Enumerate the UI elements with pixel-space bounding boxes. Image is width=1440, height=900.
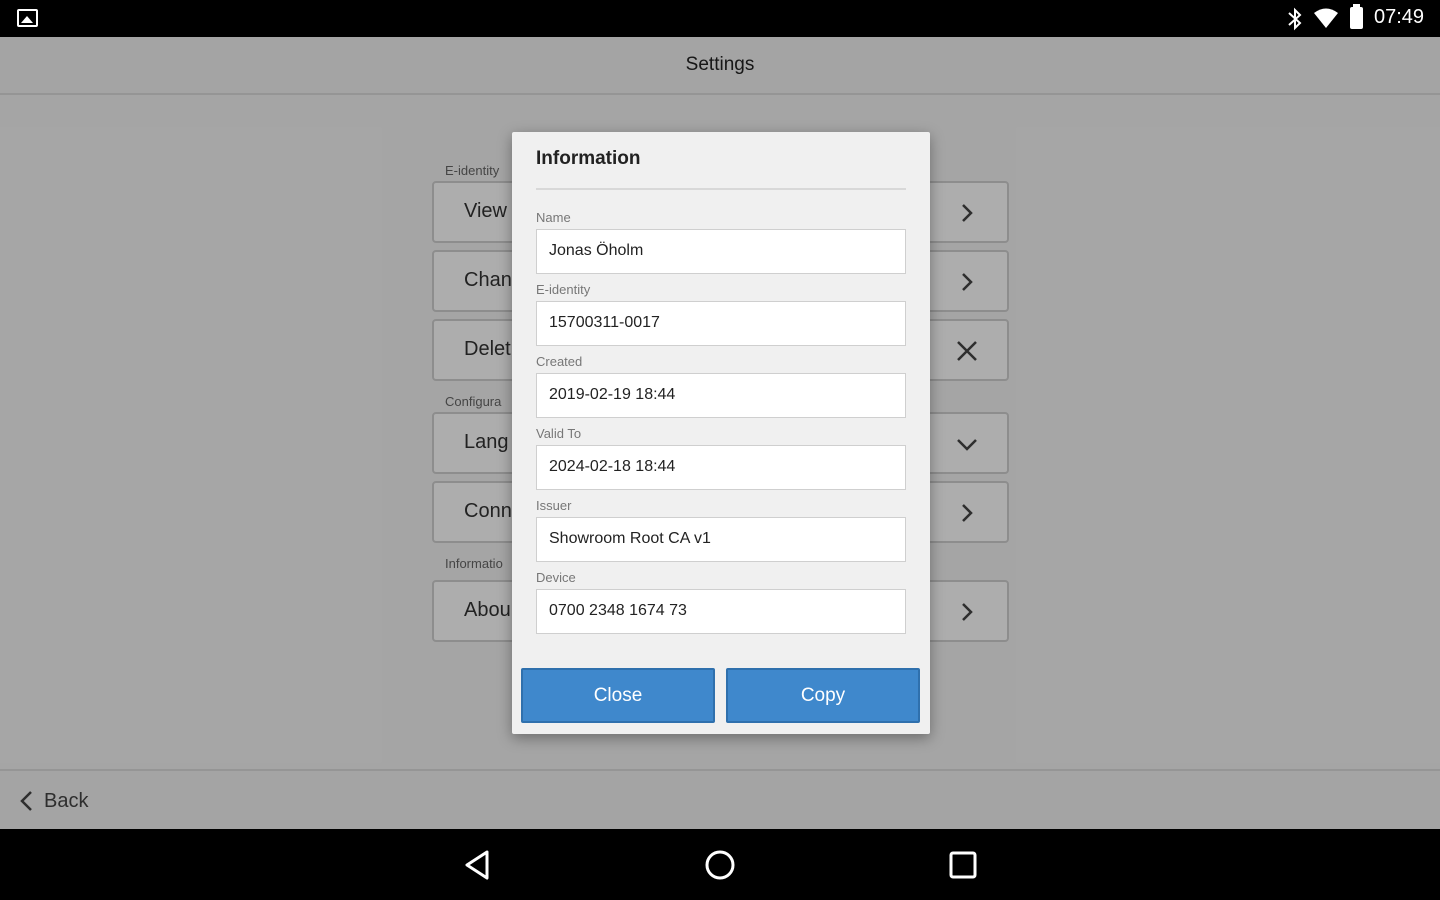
issuer-field[interactable]: Showroom Root CA v1 <box>536 517 906 562</box>
valid-to-label: Valid To <box>536 426 582 441</box>
dialog-divider <box>536 188 906 190</box>
created-field[interactable]: 2019-02-19 18:44 <box>536 373 906 418</box>
battery-icon <box>1350 4 1363 29</box>
wifi-icon <box>1314 8 1338 28</box>
bluetooth-icon <box>1288 7 1302 31</box>
status-time: 07:49 <box>1374 6 1425 28</box>
device-field[interactable]: 0700 2348 1674 73 <box>536 589 906 634</box>
created-label: Created <box>536 354 583 369</box>
dialog-title: Information <box>536 148 641 169</box>
gallery-icon <box>17 9 38 27</box>
device-label: Device <box>536 570 576 585</box>
status-bar: 07:49 <box>0 0 1440 37</box>
home-circle-icon[interactable] <box>703 848 737 882</box>
issuer-label: Issuer <box>536 498 572 513</box>
app-screen: Settings E-identity View Chan Delet Conf… <box>0 37 1440 829</box>
back-triangle-icon[interactable] <box>461 848 495 882</box>
copy-button[interactable]: Copy <box>726 668 920 723</box>
close-button[interactable]: Close <box>521 668 715 723</box>
e-identity-label: E-identity <box>536 282 591 297</box>
information-dialog: Information Name Jonas Öholm E-identity … <box>512 132 930 734</box>
e-identity-field[interactable]: 15700311-0017 <box>536 301 906 346</box>
recents-square-icon[interactable] <box>946 848 980 882</box>
name-label: Name <box>536 210 571 225</box>
name-field[interactable]: Jonas Öholm <box>536 229 906 274</box>
navigation-bar <box>0 829 1440 900</box>
valid-to-field[interactable]: 2024-02-18 18:44 <box>536 445 906 490</box>
